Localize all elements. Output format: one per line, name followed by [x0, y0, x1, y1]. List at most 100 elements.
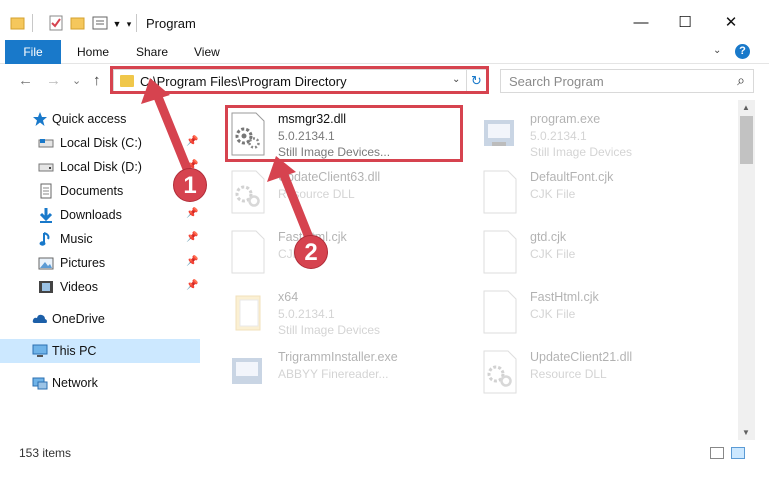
drive-icon [38, 163, 54, 172]
network-icon [32, 377, 48, 390]
file-description: Still Image Devices [530, 145, 633, 159]
tab-home[interactable]: Home [77, 40, 109, 64]
download-icon [39, 208, 53, 223]
search-icon[interactable]: ⌕ [737, 72, 745, 89]
sidebar-item-label: Local Disk (C:) [60, 136, 142, 150]
scroll-up-icon[interactable]: ▲ [742, 103, 750, 112]
file-type: CJK File [530, 187, 576, 201]
dll-gear-icon [231, 112, 265, 156]
pin-icon[interactable]: 📌 [186, 232, 198, 243]
file-tile-gtd[interactable]: gtd.cjk CJK File [482, 226, 732, 282]
blank-file-icon [483, 170, 517, 214]
blank-file-icon [231, 230, 265, 274]
file-name: UpdateClient63.dll [278, 170, 381, 184]
sidebar-item-onedrive[interactable]: OneDrive [0, 307, 200, 331]
file-name: TrigrammInstaller.exe [278, 350, 398, 364]
exe-icon [232, 358, 262, 384]
sidebar-item-label: Music [60, 232, 93, 246]
sidebar-item-music[interactable]: Music 📌 [0, 227, 200, 251]
sidebar-item-network[interactable]: Network [0, 371, 200, 395]
sidebar-item-local-disk-c[interactable]: Local Disk (C:) 📌 [0, 131, 200, 155]
file-tile-updateclient21[interactable]: UpdateClient21.dll Resource DLL [482, 346, 732, 402]
dll-gear-icon [231, 170, 265, 214]
file-tile-fasthtml-2[interactable]: FastHtml.cjk CJK File [482, 286, 732, 342]
recent-locations-button[interactable]: ⌄ [72, 74, 81, 87]
file-version: 5.0.2134.1 [530, 129, 587, 143]
sidebar-item-label: Network [52, 376, 98, 390]
file-tile-defaultfont[interactable]: DefaultFont.cjk CJK File [482, 166, 732, 222]
file-description: ABBYY Finereader... [278, 367, 389, 381]
minimize-button[interactable]: — [630, 12, 652, 34]
sidebar-item-label: Quick access [52, 112, 127, 126]
scroll-down-icon[interactable]: ▼ [742, 428, 750, 437]
file-name: x64 [278, 290, 299, 304]
sidebar-item-label: Local Disk (D:) [60, 160, 142, 174]
file-name: program.exe [530, 112, 601, 126]
sidebar-item-documents[interactable]: Documents 📌 [0, 179, 200, 203]
up-button[interactable]: ↑ [93, 72, 101, 89]
pin-icon[interactable]: 📌 [186, 136, 198, 147]
maximize-button[interactable]: ☐ [674, 12, 696, 34]
details-view-icon[interactable] [710, 447, 724, 459]
file-tile-trigramminstaller[interactable]: TrigrammInstaller.exe ABBYY Finereader..… [230, 346, 480, 402]
exe-icon [484, 120, 514, 146]
cloud-icon [32, 314, 47, 323]
pin-icon[interactable]: 📌 [186, 280, 198, 291]
help-icon[interactable]: ? [735, 44, 750, 59]
sidebar-item-this-pc[interactable]: This PC [0, 339, 200, 363]
expand-ribbon-icon[interactable]: ⌄ [713, 45, 721, 56]
file-tile-updateclient63[interactable]: UpdateClient63.dll Resource DLL [230, 166, 480, 222]
new-folder-icon[interactable] [70, 15, 86, 31]
tab-view[interactable]: View [194, 40, 220, 64]
pin-icon[interactable]: 📌 [186, 208, 198, 219]
step-2-badge: 2 [294, 235, 328, 269]
blank-file-icon [483, 290, 517, 334]
sidebar-item-pictures[interactable]: Pictures 📌 [0, 251, 200, 275]
sidebar-item-label: OneDrive [52, 312, 105, 326]
scrollbar-thumb[interactable] [740, 116, 753, 164]
blank-file-icon [483, 230, 517, 274]
file-type: Resource DLL [278, 187, 355, 201]
sidebar-item-label: Documents [60, 184, 124, 198]
music-icon [39, 232, 50, 246]
tab-file[interactable]: File [5, 40, 61, 64]
file-list: msmgr32.dll 5.0.2134.1 Still Image Devic… [210, 100, 738, 440]
video-icon [39, 281, 53, 293]
step-1-badge: 1 [173, 168, 207, 202]
window-title: Program [146, 16, 196, 31]
pin-icon[interactable]: 📌 [186, 256, 198, 267]
back-button[interactable]: ← [18, 72, 33, 89]
star-icon [33, 112, 47, 126]
search-box[interactable]: Search Program ⌕ [500, 69, 754, 93]
pictures-icon [38, 257, 54, 270]
close-button[interactable]: ✕ [720, 12, 742, 34]
title-separator [136, 14, 137, 32]
sidebar-item-local-disk-d[interactable]: Local Disk (D:) 📌 [0, 155, 200, 179]
file-version: 5.0.2134.1 [278, 307, 335, 321]
tiles-view-icon[interactable] [731, 447, 745, 459]
sidebar-item-downloads[interactable]: Downloads 📌 [0, 203, 200, 227]
computer-icon [32, 344, 48, 357]
file-type: Resource DLL [530, 367, 607, 381]
documents-icon [40, 183, 52, 199]
forward-button[interactable]: → [46, 72, 61, 89]
folder-icon[interactable] [10, 15, 26, 31]
properties-icon[interactable] [48, 15, 64, 31]
file-type: CJK File [530, 247, 576, 261]
tab-share[interactable]: Share [136, 40, 168, 64]
file-tile-msmgr32[interactable]: msmgr32.dll 5.0.2134.1 Still Image Devic… [230, 108, 480, 164]
sidebar-item-label: Videos [60, 280, 98, 294]
file-tile-x64[interactable]: x64 5.0.2134.1 Still Image Devices [230, 286, 480, 342]
file-description: Still Image Devices... [278, 145, 391, 159]
sidebar-item-quick-access[interactable]: Quick access [0, 107, 200, 131]
sidebar-item-label: This PC [52, 344, 97, 358]
dll-gear-icon [483, 350, 517, 394]
sidebar-item-videos[interactable]: Videos 📌 [0, 275, 200, 299]
file-tile-fasthtml[interactable]: FastHtml.cjk CJK File [230, 226, 480, 282]
search-input[interactable]: Search Program [509, 74, 604, 89]
item-count: 153 items [19, 446, 72, 460]
file-tile-program-exe[interactable]: program.exe 5.0.2134.1 Still Image Devic… [482, 108, 732, 164]
vertical-scrollbar[interactable]: ▲ ▼ [738, 100, 755, 440]
status-bar: 153 items [0, 443, 769, 463]
separator [32, 14, 33, 32]
